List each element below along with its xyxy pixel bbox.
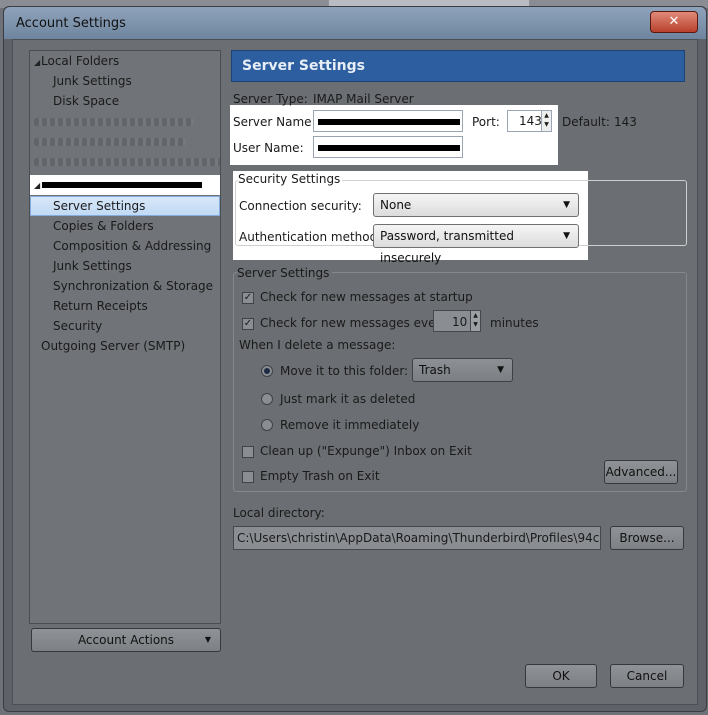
server-type-value: IMAP Mail Server xyxy=(313,92,414,106)
local-directory-label: Local directory: xyxy=(233,506,325,520)
spin-down-icon[interactable]: ▼ xyxy=(471,320,480,329)
minutes-field[interactable]: 10 ▲ ▼ xyxy=(433,310,481,332)
check-startup-label[interactable]: Check for new messages at startup xyxy=(260,290,473,304)
panel-banner: Server Settings xyxy=(231,50,685,82)
cancel-button[interactable]: Cancel xyxy=(610,664,684,688)
server-settings-group xyxy=(233,272,687,492)
minutes-label: minutes xyxy=(490,316,539,330)
cleanup-label[interactable]: Clean up ("Expunge") Inbox on Exit xyxy=(260,444,472,458)
server-type-label: Server Type: xyxy=(233,92,308,106)
title-bar: Account Settings ✕ xyxy=(4,7,706,39)
collapse-arrow-icon[interactable]: ◢ xyxy=(34,181,40,190)
minutes-spinner[interactable]: ▲ ▼ xyxy=(470,311,480,331)
just-mark-radio[interactable] xyxy=(261,393,273,405)
minutes-value: 10 xyxy=(452,315,468,329)
user-name-label: User Name: xyxy=(233,141,304,155)
port-label: Port: xyxy=(472,115,500,129)
cleanup-checkbox[interactable] xyxy=(242,446,254,458)
server-name-label: Server Name: xyxy=(233,115,316,129)
move-to-folder-radio[interactable] xyxy=(261,365,273,377)
remove-immediately-label[interactable]: Remove it immediately xyxy=(280,418,419,432)
tree-item-junk-settings-local[interactable]: Junk Settings xyxy=(53,72,132,91)
dropdown-arrow-icon: ▼ xyxy=(497,365,504,375)
port-spinner[interactable]: ▲ ▼ xyxy=(541,111,551,131)
tree-item-copies-folders[interactable]: Copies & Folders xyxy=(53,217,154,236)
spin-down-icon[interactable]: ▼ xyxy=(542,120,551,129)
local-directory-path: C:\Users\christin\AppData\Roaming\Thunde… xyxy=(237,531,601,545)
dropdown-arrow-icon: ▼ xyxy=(204,635,211,644)
tree-item-local-folders[interactable]: Local Folders xyxy=(41,52,119,71)
window-title: Account Settings xyxy=(16,16,126,31)
security-settings-legend: Security Settings xyxy=(238,172,343,186)
redacted-user-name xyxy=(318,145,460,151)
blurred-account xyxy=(34,118,194,126)
account-tree[interactable]: ◢ Local Folders Junk Settings Disk Space… xyxy=(29,50,221,624)
tree-item-return-receipts[interactable]: Return Receipts xyxy=(53,297,148,316)
empty-trash-checkbox[interactable] xyxy=(242,471,254,483)
default-value: 143 xyxy=(614,115,637,129)
auth-method-label: Authentication method: xyxy=(239,230,382,244)
dropdown-arrow-icon: ▼ xyxy=(563,200,570,210)
server-settings-legend: Server Settings xyxy=(237,266,333,280)
redacted-server-name xyxy=(318,119,460,125)
trash-folder-dropdown[interactable]: Trash ▼ xyxy=(412,358,513,382)
server-name-field[interactable] xyxy=(313,110,463,132)
dropdown-arrow-icon: ▼ xyxy=(563,231,570,241)
redacted-account-name[interactable] xyxy=(42,182,202,188)
blurred-account xyxy=(34,138,186,146)
trash-folder-value: Trash xyxy=(419,363,451,377)
radio-selected-dot xyxy=(264,368,270,374)
page-title: Server Settings xyxy=(242,58,365,74)
ok-button[interactable]: OK xyxy=(525,664,597,688)
delete-message-label: When I delete a message: xyxy=(239,338,396,352)
browse-button[interactable]: Browse... xyxy=(610,526,684,550)
tree-item-outgoing-server[interactable]: Outgoing Server (SMTP) xyxy=(41,337,185,356)
spin-up-icon[interactable]: ▲ xyxy=(542,111,551,120)
move-to-folder-label[interactable]: Move it to this folder: xyxy=(280,364,408,378)
port-value: 143 xyxy=(519,114,542,128)
tree-item-junk-settings[interactable]: Junk Settings xyxy=(53,257,132,276)
spin-up-icon[interactable]: ▲ xyxy=(471,311,480,320)
close-button[interactable]: ✕ xyxy=(650,11,698,33)
connection-security-label: Connection security: xyxy=(239,199,362,213)
default-label: Default: xyxy=(562,115,610,129)
check-every-checkbox[interactable]: ✓ xyxy=(242,318,254,330)
tree-item-composition[interactable]: Composition & Addressing xyxy=(53,237,211,256)
account-actions-button[interactable]: Account Actions ▼ xyxy=(31,628,221,652)
auth-method-dropdown[interactable]: Password, transmitted insecurely ▼ xyxy=(373,224,579,265)
account-actions-label: Account Actions xyxy=(77,633,175,647)
port-field[interactable]: 143 ▲ ▼ xyxy=(507,110,552,132)
blurred-account xyxy=(34,158,220,166)
tree-item-synchronization[interactable]: Synchronization & Storage xyxy=(53,277,213,296)
tree-item-security[interactable]: Security xyxy=(53,317,102,336)
connection-security-dropdown[interactable]: None ▼ xyxy=(373,193,579,217)
collapse-arrow-icon[interactable]: ◢ xyxy=(34,58,40,67)
tree-item-disk-space[interactable]: Disk Space xyxy=(53,92,119,111)
check-every-label[interactable]: Check for new messages every xyxy=(260,316,448,330)
empty-trash-label[interactable]: Empty Trash on Exit xyxy=(260,469,380,483)
tree-item-server-settings[interactable]: Server Settings xyxy=(53,197,145,216)
check-startup-checkbox[interactable]: ✓ xyxy=(242,292,254,304)
advanced-button[interactable]: Advanced... xyxy=(604,460,678,484)
connection-security-value: None xyxy=(380,198,412,212)
account-settings-dialog: Account Settings ✕ ◢ Local Folders Junk … xyxy=(3,6,707,712)
remove-immediately-radio[interactable] xyxy=(261,419,273,431)
dialog-client: ◢ Local Folders Junk Settings Disk Space… xyxy=(12,39,698,705)
just-mark-label[interactable]: Just mark it as deleted xyxy=(280,392,415,406)
user-name-field[interactable] xyxy=(313,136,463,158)
local-directory-field[interactable]: C:\Users\christin\AppData\Roaming\Thunde… xyxy=(233,526,601,550)
